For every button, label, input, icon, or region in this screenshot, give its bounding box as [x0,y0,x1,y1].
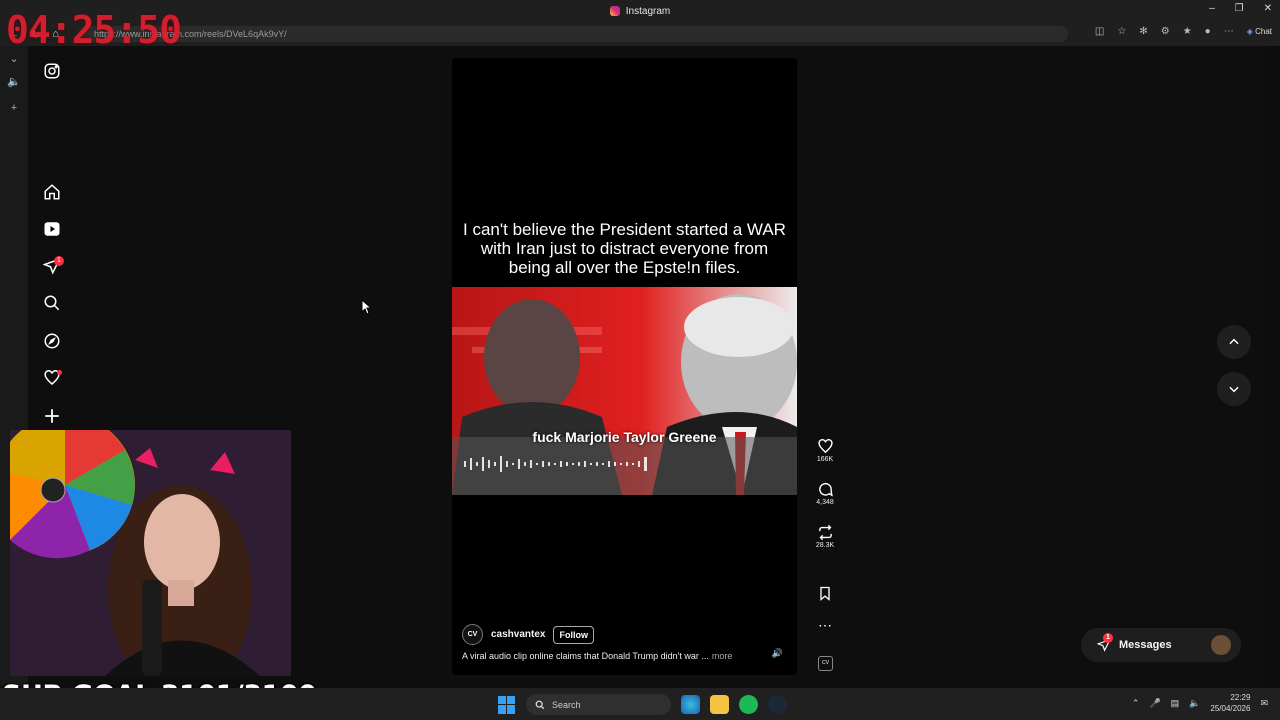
tab-sound-icon[interactable]: 🔈 [0,75,28,88]
home-nav-icon[interactable] [43,183,61,201]
comment-icon[interactable] [817,481,834,498]
chevron-down-icon[interactable]: ⌄ [0,52,28,65]
close-window-button[interactable]: ✕ [1264,3,1272,14]
mute-toggle-icon[interactable]: 🔊 [772,648,783,659]
webcam-overlay [10,430,291,676]
reel-actions: 166K 4,348 28.3K ⋯ CV [807,46,843,686]
steam-icon[interactable] [768,695,787,714]
new-tab-icon[interactable]: + [0,102,28,114]
audio-thumbnail[interactable]: CV [818,656,833,671]
chevron-down-icon [1229,386,1239,393]
notification-center-icon[interactable]: ✉ [1260,698,1268,709]
minimize-button[interactable]: – [1209,3,1215,14]
explore-nav-icon[interactable] [43,332,61,350]
reel-footer: CV cashvantex Follow A viral audio clip … [462,624,787,661]
messages-avatar [1211,635,1231,655]
messages-badge: 1 [1103,633,1113,643]
author-row: CV cashvantex Follow [462,624,787,645]
like-heart-icon[interactable] [817,438,834,455]
reel-description: A viral audio clip online claims that Do… [462,651,787,661]
spotify-icon[interactable] [739,695,758,714]
more-options-dots-icon[interactable]: ⋯ [807,618,843,632]
search-icon [535,700,545,709]
repost-count: 28.3K [815,542,835,549]
reel-overlay-text: fuck Marjorie Taylor Greene [532,429,717,445]
notification-badge: 1 [54,256,64,266]
profile-icon[interactable]: ● [1205,26,1211,37]
repost-action[interactable]: 28.3K [807,524,843,549]
edge-browser-icon[interactable] [681,695,700,714]
restore-button[interactable]: ❐ [1235,3,1244,14]
window-titlebar: Instagram – ❐ ✕ [0,0,1280,22]
split-screen-icon[interactable]: ◫ [1095,26,1104,37]
messages-label: Messages [1119,639,1172,651]
copilot-chat-button[interactable]: ◈ Chat [1247,27,1272,36]
reel-image: fuck Marjorie Taylor Greene [452,287,797,495]
browser-toolbar: ← ↻ ⌂ https://www.instagram.com/reels/DV… [0,22,1280,46]
chat-label: Chat [1255,27,1272,36]
windows-taskbar: Search ⌃ 🎤 ▤ 🔈 22:29 25/04/2026 ✉ [0,688,1280,720]
more-link[interactable]: more [712,651,733,661]
follow-button[interactable]: Follow [553,625,594,644]
previous-reel-button[interactable] [1217,325,1251,359]
comment-action[interactable]: 4,348 [807,481,843,506]
tray-overflow-chevron-icon[interactable]: ⌃ [1132,698,1140,709]
favorites-icon[interactable]: ★ [1183,26,1192,37]
instagram-logo-icon[interactable] [43,62,61,80]
start-button[interactable] [498,695,516,714]
extensions-icon[interactable]: ✻ [1139,26,1147,37]
windows-logo-tile [507,695,515,704]
like-count: 166K [816,456,834,463]
clock-time: 22:29 [1230,693,1251,702]
window-controls: – ❐ ✕ [1209,3,1272,14]
reel-description-text: A viral audio clip online claims that Do… [462,651,709,661]
mouse-cursor-icon [361,299,371,315]
window-title-text: Instagram [625,5,671,17]
repost-icon[interactable] [817,524,834,541]
file-explorer-icon[interactable] [710,695,729,714]
activity-dot [57,370,62,375]
reels-nav-icon[interactable] [43,220,61,238]
windows-logo-tile [498,695,506,704]
more-options-icon[interactable]: ⋯ [1224,26,1234,37]
browser-essentials-icon[interactable]: ⚙ [1161,26,1170,37]
windows-logo-tile [507,705,515,714]
taskbar-search-label: Search [552,699,581,710]
volume-icon[interactable]: 🔈 [1189,698,1200,709]
next-reel-button[interactable] [1217,372,1251,406]
instagram-favicon-icon [609,6,620,16]
messages-button[interactable]: 1 Messages [1081,628,1241,662]
network-icon[interactable]: ▤ [1171,698,1180,709]
favorite-star-icon[interactable]: ☆ [1117,26,1126,37]
window-title: Instagram [609,5,671,17]
create-plus-icon[interactable] [43,407,61,425]
taskbar-apps: Search [498,694,787,715]
author-avatar[interactable]: CV [462,624,483,645]
comment-count: 4,348 [816,499,834,506]
address-bar[interactable]: https://www.instagram.com/reels/DVeL6qAk… [78,26,1068,42]
browser-actions: ◫ ☆ ✻ ⚙ ★ ● ⋯ ◈ Chat [1095,26,1272,37]
reel-caption-text: I can't believe the President started a … [463,220,786,277]
copilot-icon: ◈ [1246,27,1253,36]
windows-logo-tile [498,705,506,714]
audio-waveform [464,456,647,472]
reel-video[interactable]: I can't believe the President started a … [452,58,797,675]
microphone-icon[interactable]: 🎤 [1149,698,1160,709]
bookmark-icon[interactable] [817,585,833,602]
chevron-up-icon [1229,338,1239,345]
author-username[interactable]: cashvantex [491,629,545,640]
stream-timer: 04:25:50 [6,8,182,52]
system-tray: ⌃ 🎤 ▤ 🔈 22:29 25/04/2026 ✉ [1132,692,1268,714]
webcam-feed [10,430,291,676]
save-action[interactable] [807,585,843,602]
taskbar-search[interactable]: Search [526,694,671,715]
clock-date: 25/04/2026 [1210,704,1251,713]
search-nav-icon[interactable] [43,294,61,312]
like-action[interactable]: 166K [807,438,843,463]
taskbar-clock[interactable]: 22:29 25/04/2026 [1210,692,1250,714]
